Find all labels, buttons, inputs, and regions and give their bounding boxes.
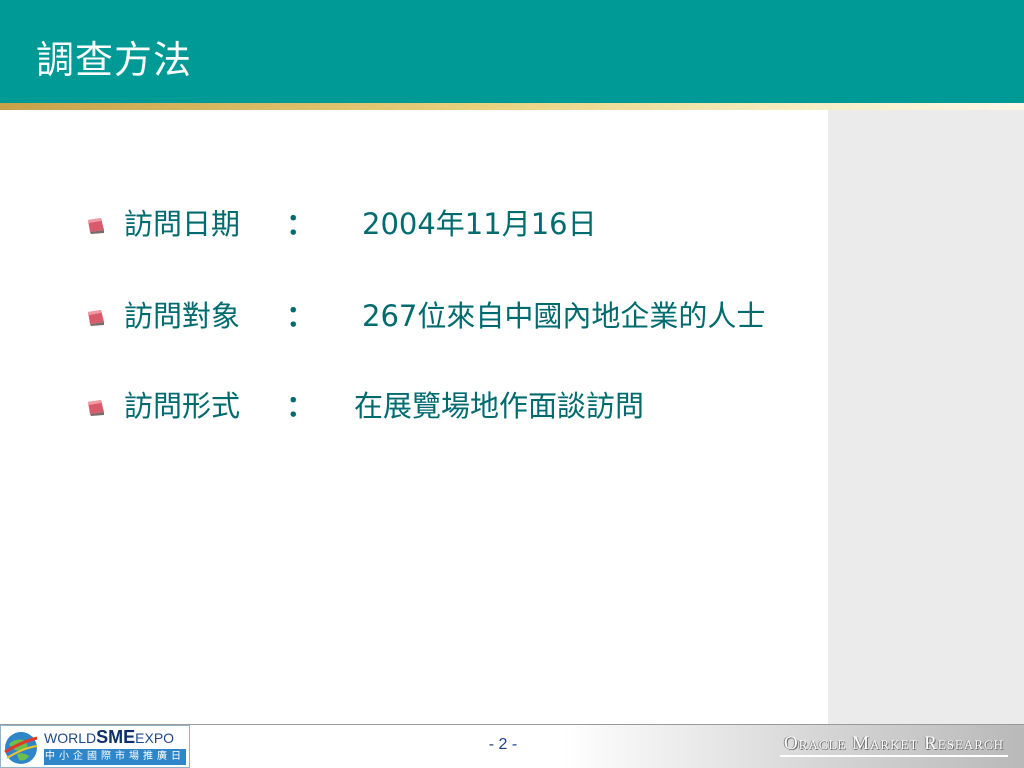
brand-underline — [780, 755, 1008, 757]
globe-icon — [4, 732, 38, 764]
bullet-item-target: 訪問對象 ： 267位來自中國內地企業的人士 — [86, 296, 826, 336]
bullet-label: 訪問日期 — [124, 207, 241, 241]
bullet-colon: ： — [286, 299, 316, 333]
bullet-value: 2004年11月16日 — [362, 207, 597, 241]
square-bullet-icon — [88, 218, 104, 234]
square-bullet-icon — [88, 310, 104, 326]
world-sme-expo-logo: WORLDSMEEXPO 中小企國際市場推廣日 — [0, 725, 190, 768]
bullet-label: 訪問形式 — [124, 389, 241, 423]
page-number: - 2 - — [488, 736, 518, 753]
bullet-value: 267位來自中國內地企業的人士 — [362, 299, 766, 333]
logo-chinese-text: 中小企國際市場推廣日 — [44, 749, 186, 765]
bullet-colon: ： — [286, 207, 316, 241]
logo-sme-text: SME — [96, 727, 136, 747]
side-panel — [828, 110, 1024, 724]
bullet-list: 訪問日期 ： 2004年11月16日 訪問對象 ： 267位來自中國內地企業的人… — [0, 0, 828, 724]
bullet-colon: ： — [286, 389, 316, 423]
logo-wordmark: WORLDSMEEXPO — [44, 728, 174, 747]
bullet-label: 訪問對象 — [124, 299, 241, 333]
bullet-value: 在展覽場地作面談訪問 — [354, 389, 645, 423]
logo-world-text: WORLD — [44, 730, 97, 746]
bullet-item-date: 訪問日期 ： 2004年11月16日 — [86, 204, 826, 244]
bullet-item-format: 訪問形式 ： 在展覽場地作面談訪問 — [86, 386, 826, 426]
logo-expo-text: EXPO — [135, 730, 175, 746]
square-bullet-icon — [88, 400, 104, 416]
oracle-market-research-logo: Oracle Market Research — [784, 733, 1004, 754]
